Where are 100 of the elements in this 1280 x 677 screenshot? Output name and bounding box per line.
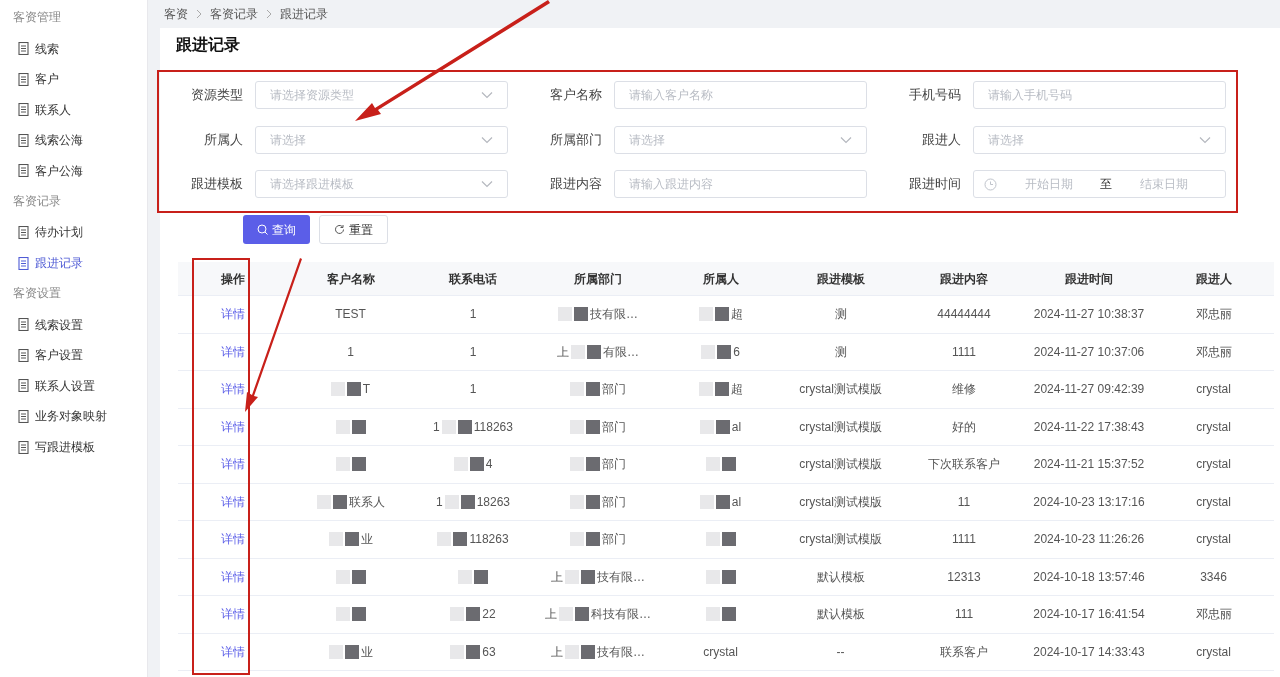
table-cell-text: 1111: [951, 531, 977, 549]
document-icon: [18, 348, 29, 362]
sidebar-item[interactable]: 写跟进模板: [0, 437, 147, 457]
reset-button[interactable]: 重置: [319, 215, 388, 244]
sidebar-item[interactable]: 联系人设置: [0, 376, 147, 396]
table-cell-text: 6: [733, 343, 740, 361]
breadcrumb-item[interactable]: 跟进记录: [280, 5, 328, 23]
details-link[interactable]: 详情: [178, 417, 288, 436]
table-cell-text: 上: [557, 343, 569, 361]
chevron-down-icon: [1199, 135, 1211, 144]
table-cell-text: 44444444: [936, 306, 992, 324]
table-cell-text: crystal测试模版: [798, 418, 883, 436]
sidebar-group-title: 客资管理: [12, 9, 62, 26]
table-cell-text: 技有限…: [597, 643, 645, 661]
search-icon: [257, 224, 268, 235]
table-cell-text: crystal测试模版: [798, 381, 883, 399]
input-field[interactable]: 请输入跟进内容: [614, 170, 867, 198]
document-icon: [18, 379, 29, 393]
table-cell-text: al: [731, 418, 742, 436]
table-cell-text: 2024-10-17 16:41:54: [1032, 606, 1146, 624]
column-header: 客户名称: [325, 270, 376, 288]
column-header: 所属部门: [573, 270, 623, 288]
table-cell-text: 邓忠丽: [1194, 343, 1233, 361]
chevron-right-icon: [266, 9, 272, 19]
table-cell-text: 默认模板: [815, 606, 866, 624]
table-cell-text: 2024-10-23 13:17:16: [1032, 493, 1146, 511]
details-link[interactable]: 详情: [178, 455, 288, 474]
table-cell-text: crystal: [1195, 418, 1232, 436]
sidebar-item[interactable]: 跟进记录: [0, 253, 147, 273]
table-cell-text: 1: [347, 343, 354, 361]
table-cell-text: 科技有限…: [591, 606, 651, 624]
sidebar-item[interactable]: 客户: [0, 69, 147, 89]
table-cell-text: 2024-10-23 11:26:26: [1032, 531, 1146, 549]
table-cell-text: 2024-11-27 10:38:37: [1032, 306, 1146, 324]
details-link[interactable]: 详情: [178, 342, 288, 361]
table-cell-text: 业: [360, 531, 373, 549]
details-link[interactable]: 详情: [178, 530, 288, 549]
breadcrumb-item[interactable]: 客资记录: [210, 5, 258, 23]
table-cell-text: 部门: [602, 456, 626, 474]
sidebar-group-title: 客资设置: [12, 285, 62, 303]
table-cell-text: crystal测试模版: [798, 456, 883, 474]
sidebar-item[interactable]: 线索: [0, 39, 147, 58]
table-cell-text: 超: [730, 381, 743, 399]
column-header: 联系电话: [447, 270, 498, 288]
sidebar-item[interactable]: 客户公海: [0, 161, 147, 181]
table-cell-text: 11: [956, 493, 972, 511]
date-range-field[interactable]: 开始日期 至 结束日期: [973, 170, 1226, 198]
table-cell-text: 3346: [1199, 568, 1228, 586]
search-button[interactable]: 查询: [243, 215, 310, 244]
table-cell-text: 默认模板: [815, 568, 866, 586]
filter-label: 所属部门: [549, 130, 603, 149]
chevron-down-icon: [481, 180, 493, 188]
table-cell-text: crystal: [1195, 493, 1232, 511]
filter-label: 资源类型: [190, 86, 244, 105]
table-cell-text: 下次联系客户: [927, 456, 1001, 474]
sidebar-item[interactable]: 业务对象映射: [0, 406, 147, 426]
details-link[interactable]: 详情: [178, 605, 288, 624]
document-icon: [18, 225, 29, 239]
sidebar-item[interactable]: 线索设置: [0, 315, 147, 335]
table-cell-text: 1: [469, 306, 477, 324]
table-cell-text: TEST: [335, 306, 366, 324]
column-header: 跟进时间: [1064, 270, 1114, 288]
chevron-right-icon: [196, 9, 202, 19]
table-cell-text: T: [362, 381, 371, 399]
table-cell-text: 118263: [469, 531, 509, 549]
sidebar-item[interactable]: 线索公海: [0, 130, 147, 150]
table-cell-text: 2024-11-22 17:38:43: [1032, 418, 1146, 436]
breadcrumb-item[interactable]: 客资: [164, 5, 188, 23]
table-cell-text: 部门: [602, 531, 626, 549]
redaction-block: [450, 607, 465, 622]
column-header: 所属人: [701, 270, 740, 288]
input-field[interactable]: 请输入客户名称: [614, 81, 867, 109]
table-cell-text: crystal: [1195, 643, 1232, 661]
table-cell-text: 维修: [951, 381, 977, 399]
details-link[interactable]: 详情: [178, 305, 288, 324]
table-cell-text: 好的: [951, 418, 977, 436]
details-link[interactable]: 详情: [178, 492, 288, 511]
table-cell-text: crystal: [1195, 531, 1232, 549]
table-cell-text: 上: [551, 568, 563, 586]
filter-label: 跟进内容: [549, 175, 603, 194]
table-cell-text: crystal: [1195, 381, 1232, 399]
sidebar-item[interactable]: 待办计划: [0, 222, 147, 242]
table-cell-text: 2024-11-27 10:37:06: [1032, 343, 1146, 361]
details-link[interactable]: 详情: [178, 567, 288, 586]
table-cell-text: 部门: [602, 493, 626, 511]
table-cell-text: 联系客户: [939, 643, 989, 661]
table-cell-text: 联系人: [348, 493, 385, 511]
table-cell-text: 63: [482, 643, 496, 661]
sidebar-item[interactable]: 客户设置: [0, 345, 147, 365]
table-cell-text: 1: [435, 493, 443, 511]
sidebar-item[interactable]: 联系人: [0, 100, 147, 120]
details-link[interactable]: 详情: [178, 642, 288, 661]
clock-icon: [984, 177, 997, 191]
details-link[interactable]: 详情: [178, 380, 288, 399]
input-field[interactable]: 请输入手机号码: [973, 81, 1226, 109]
column-header: 跟进模板: [815, 270, 866, 288]
filter-label: 跟进时间: [908, 175, 962, 194]
filter-label: 客户名称: [549, 86, 603, 105]
document-icon: [18, 42, 29, 55]
table-cell-text: 上: [551, 643, 563, 661]
